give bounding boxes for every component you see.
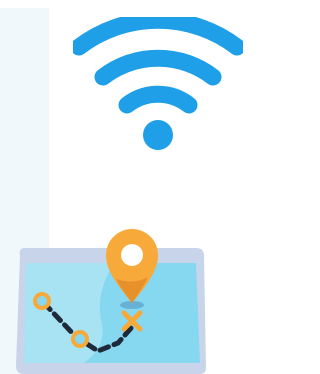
- wifi-arc-middle: [94, 49, 222, 86]
- wifi-arc-outer: [73, 17, 243, 56]
- wifi-arc-inner: [118, 85, 198, 114]
- wifi-icon: [73, 17, 243, 153]
- canvas: [0, 0, 243, 374]
- route-waypoint-marker: [71, 330, 89, 348]
- wifi-dot: [143, 120, 173, 150]
- route-start-marker: [33, 292, 51, 310]
- map-route-icon: [14, 225, 206, 374]
